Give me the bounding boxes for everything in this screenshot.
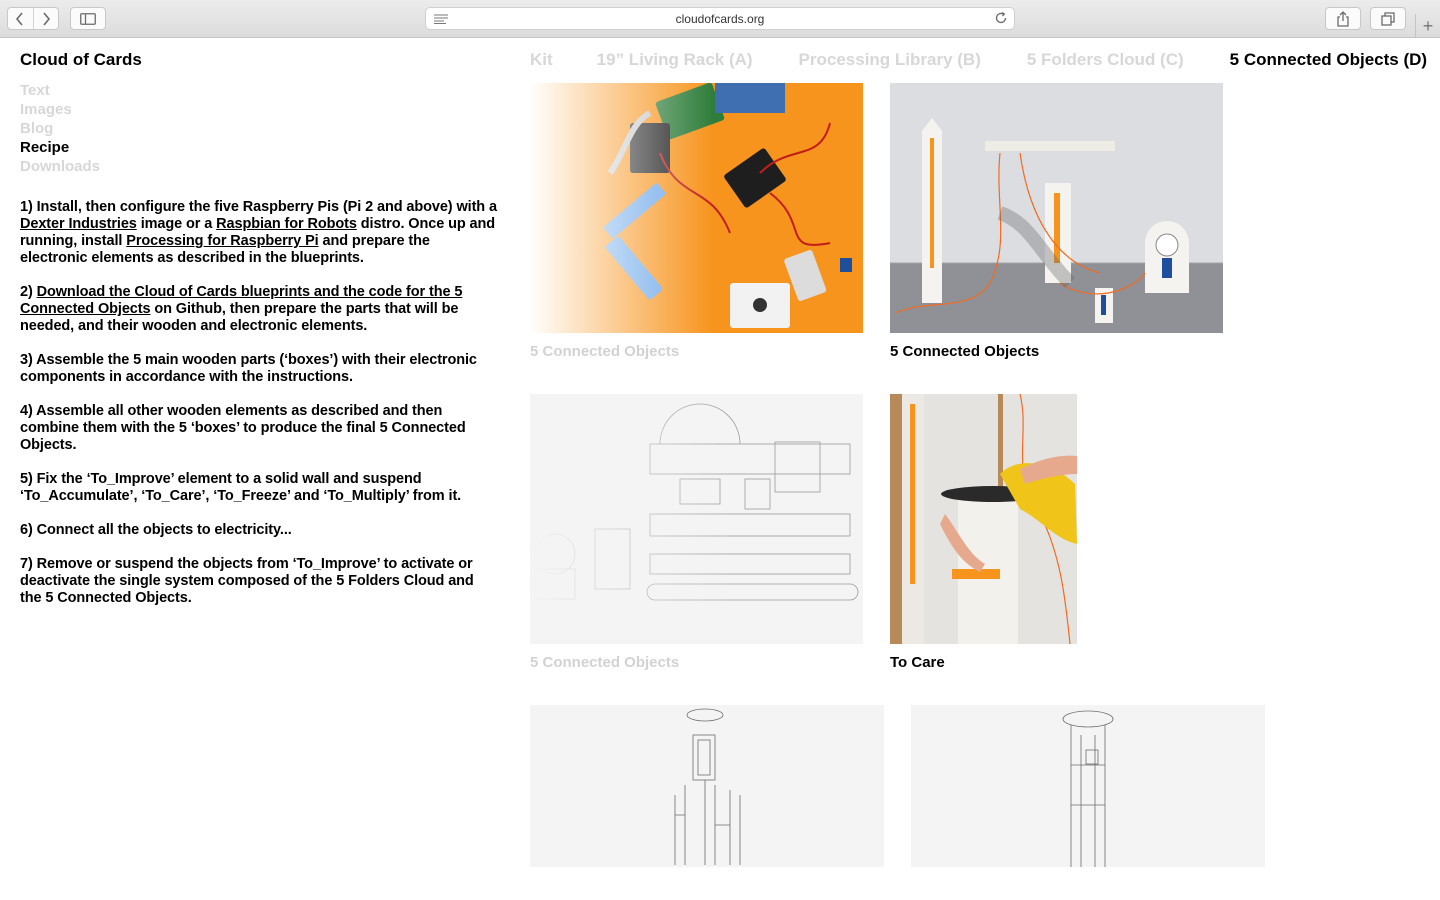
tabs-icon [1381, 11, 1395, 26]
exploded-drawing [530, 705, 884, 867]
sidenav-item-recipe[interactable]: Recipe [20, 138, 100, 157]
recipe-step-7: 7) Remove or suspend the objects from ‘T… [20, 556, 474, 606]
side-navigation: Text Images Blog Recipe Downloads [20, 81, 100, 176]
browser-toolbar: cloudofcards.org + [0, 0, 1440, 38]
recipe-step-3: 3) Assemble the 5 main wooden parts (‘bo… [20, 352, 477, 385]
project-navigation: Kit 19” Living Rack (A) Processing Libra… [530, 50, 1427, 70]
back-button[interactable] [8, 8, 33, 29]
gallery-card[interactable] [530, 705, 884, 867]
topnav-item-living-rack[interactable]: 19” Living Rack (A) [597, 50, 753, 70]
gallery-caption: 5 Connected Objects [530, 343, 680, 360]
history-nav [7, 7, 59, 30]
sidebar-icon [80, 12, 96, 25]
installation-photo [890, 83, 1223, 333]
dexter-industries-link[interactable]: Dexter Industries [20, 216, 137, 232]
recipe-step-1: 1) Install, then configure the five Rasp… [20, 199, 497, 266]
gallery-caption: 5 Connected Objects [890, 343, 1040, 360]
gallery-caption: 5 Connected Objects [530, 654, 680, 671]
topnav-item-processing-library[interactable]: Processing Library (B) [799, 50, 981, 70]
sidenav-item-downloads[interactable]: Downloads [20, 157, 100, 176]
back-icon [16, 11, 23, 26]
share-icon [1337, 10, 1349, 27]
gallery-card[interactable]: 5 Connected Objects [530, 394, 863, 684]
tab-overview-button[interactable] [1370, 7, 1406, 30]
kit-photo [530, 83, 863, 333]
gallery-card[interactable]: 5 Connected Objects [890, 83, 1223, 373]
blueprint-drawing [530, 394, 863, 644]
sidenav-item-blog[interactable]: Blog [20, 119, 100, 138]
sidebar-button[interactable] [70, 7, 106, 30]
topnav-item-kit[interactable]: Kit [530, 50, 553, 70]
gallery-card[interactable] [911, 705, 1265, 867]
processing-for-raspberry-pi-link[interactable]: Processing for Raspberry Pi [126, 233, 318, 249]
new-tab-button[interactable]: + [1415, 14, 1440, 38]
share-button[interactable] [1325, 7, 1361, 30]
recipe-step-6: 6) Connect all the objects to electricit… [20, 522, 292, 538]
recipe-text: 1) Install, then configure the five Rasp… [20, 199, 498, 624]
address-bar[interactable]: cloudofcards.org [425, 7, 1015, 30]
gallery-card[interactable]: To Care [890, 394, 1077, 684]
topnav-item-folders-cloud[interactable]: 5 Folders Cloud (C) [1027, 50, 1184, 70]
sidenav-item-images[interactable]: Images [20, 100, 100, 119]
plus-icon: + [1422, 15, 1434, 36]
sidenav-item-text[interactable]: Text [20, 81, 100, 100]
recipe-step-5: 5) Fix the ‘To_Improve’ element to a sol… [20, 471, 462, 504]
site-title[interactable]: Cloud of Cards [20, 50, 142, 70]
forward-icon [43, 11, 50, 26]
assembled-drawing [911, 705, 1265, 867]
forward-button[interactable] [32, 8, 59, 29]
gallery-caption: To Care [890, 654, 945, 671]
gallery-card[interactable]: 5 Connected Objects [530, 83, 863, 373]
url-text: cloudofcards.org [675, 12, 765, 26]
raspbian-for-robots-link[interactable]: Raspbian for Robots [216, 216, 357, 232]
to-care-photo [890, 394, 1077, 644]
topnav-item-connected-objects[interactable]: 5 Connected Objects (D) [1230, 50, 1427, 70]
reload-icon[interactable] [994, 11, 1008, 25]
recipe-step-4: 4) Assemble all other wooden elements as… [20, 403, 466, 453]
recipe-step-2: 2) Download the Cloud of Cards blueprint… [20, 284, 463, 334]
